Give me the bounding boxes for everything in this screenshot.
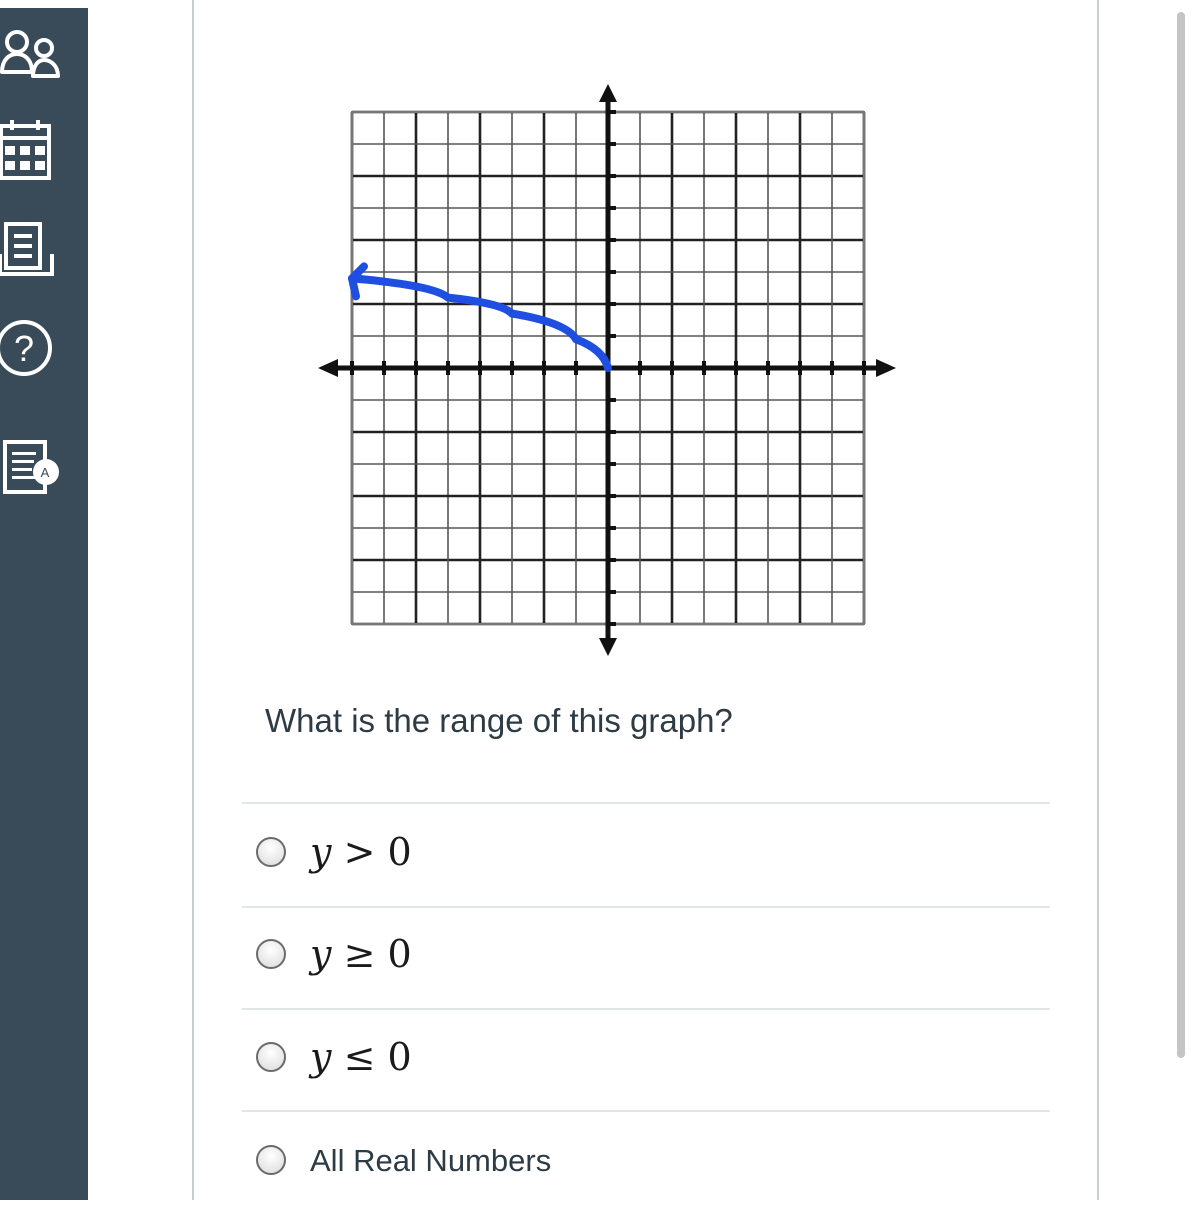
answer-option-3[interactable]: y ≤ 0 [242,1010,1050,1110]
radio-button[interactable] [256,1042,286,1072]
option-variable: y [310,1035,332,1079]
svg-text:?: ? [14,328,34,369]
coordinate-graph [318,84,898,658]
x-axis-arrow-left [318,359,338,377]
y-axis-arrow-down [599,638,617,656]
option-variable: y [310,830,332,874]
y-axis-arrow-up [599,84,617,102]
option-label: y ≤ 0 [310,1035,412,1079]
radio-button[interactable] [256,837,286,867]
help-icon[interactable]: ? [0,314,70,384]
scrollbar-thumb[interactable] [1177,12,1185,1058]
groups-icon[interactable] [0,24,70,94]
option-value: 0 [387,932,412,976]
option-label: y > 0 [310,830,412,874]
answer-option-4[interactable]: All Real Numbers [242,1112,1050,1212]
content-border-left [192,0,194,1200]
x-axis-arrow-right [876,359,896,377]
coordinate-graph-svg [318,84,896,656]
content-border-right [1097,0,1099,1200]
option-value: 0 [387,830,412,874]
option-value: 0 [387,1035,412,1079]
radio-button[interactable] [256,1145,286,1175]
option-variable: y [310,932,332,976]
option-label: y ≥ 0 [310,932,412,976]
option-operator: > [343,830,376,874]
option-label: All Real Numbers [310,1143,552,1178]
inbox-icon[interactable] [0,216,70,286]
calendar-icon[interactable] [0,118,70,188]
radio-button[interactable] [256,939,286,969]
global-nav-sidebar: ? A [0,8,88,1200]
option-operator: ≥ [343,932,376,976]
answer-option-1[interactable]: y > 0 [242,804,1050,904]
option-operator: ≤ [343,1035,376,1079]
answer-option-2[interactable]: y ≥ 0 [242,908,1050,1008]
svg-text:A: A [41,465,50,480]
top-strip [0,0,1198,8]
assignment-icon[interactable]: A [0,432,70,502]
question-prompt: What is the range of this graph? [265,702,733,739]
